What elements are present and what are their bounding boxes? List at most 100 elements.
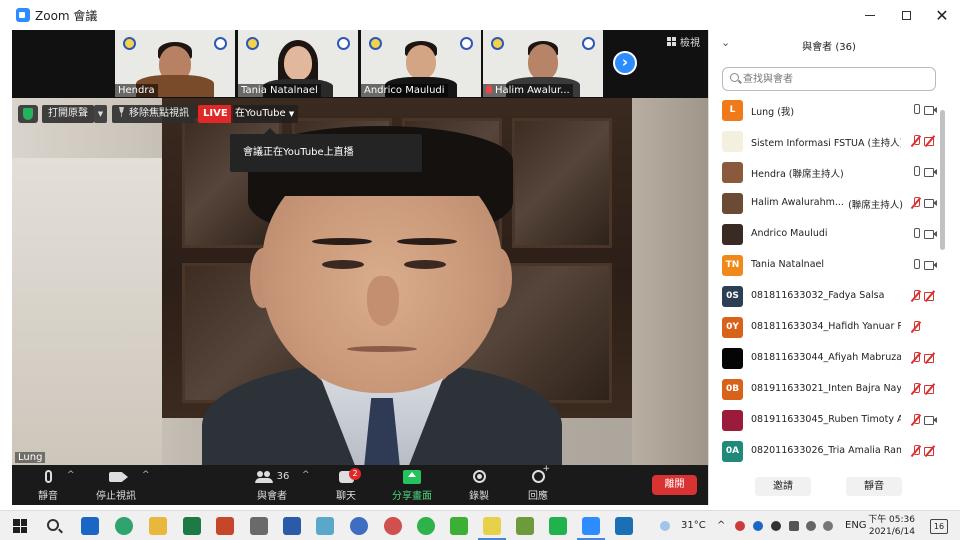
participant-row[interactable]: 0Y 081811633034_Hafidh Yanuar Prasti... [709, 312, 939, 343]
tray-app-icon[interactable] [735, 521, 745, 531]
volume-icon[interactable] [823, 521, 833, 531]
record-button[interactable]: 錄製 [465, 468, 493, 502]
notifications-button[interactable]: 16 [930, 519, 948, 534]
video-off-icon[interactable] [924, 136, 937, 146]
participant-row[interactable]: 0S 081811633032_Fadya Salsa [709, 281, 939, 312]
app-icon[interactable] [350, 517, 368, 535]
windows-start-icon[interactable] [13, 519, 27, 533]
file-explorer-icon[interactable] [149, 517, 167, 535]
mute-all-button[interactable]: 靜音 [846, 477, 902, 496]
participant-row[interactable]: TN Tania Natalnael [709, 250, 939, 281]
thumbnail-video[interactable]: Hendra [115, 30, 235, 97]
next-page-arrow-button[interactable]: › [613, 51, 637, 75]
edge-browser-icon[interactable] [115, 517, 133, 535]
outlook-icon[interactable] [81, 517, 99, 535]
video-camera-icon[interactable] [924, 415, 937, 425]
app-icon[interactable] [478, 517, 506, 540]
line-icon[interactable] [549, 517, 567, 535]
powerpoint-icon[interactable] [216, 517, 234, 535]
mute-button[interactable]: 靜音 [34, 468, 62, 502]
participant-row[interactable]: 0B 081911633021_Inten Bajra Nay... [709, 374, 939, 405]
participant-row[interactable]: Halim Awalurahm... (聯席主持人) [709, 188, 939, 219]
participant-row[interactable]: 0A 082011633026_Tria Amalia Ram... [709, 436, 939, 467]
microphone-icon[interactable] [912, 228, 920, 240]
video-camera-icon[interactable] [924, 167, 937, 177]
participant-row[interactable]: Hendra (聯席主持人) [709, 157, 939, 188]
panel-footer: 邀請 靜音 [709, 471, 949, 505]
thumbnail-video[interactable]: Halim Awalur... [483, 30, 603, 97]
weather-cloud-icon[interactable] [660, 521, 670, 531]
reactions-button[interactable]: 回應 [524, 464, 552, 502]
wifi-icon[interactable] [806, 521, 816, 531]
participant-name: 081911633045_Ruben Timoty A... [751, 414, 901, 425]
leave-button[interactable]: 離開 [652, 475, 697, 495]
wechat-icon[interactable] [450, 517, 468, 535]
muted-microphone-icon[interactable] [912, 135, 920, 147]
app-icon[interactable] [384, 517, 402, 535]
participant-row[interactable]: L Lung (我) [709, 95, 939, 126]
maximize-button[interactable] [888, 0, 924, 30]
invite-button[interactable]: 邀請 [755, 477, 811, 496]
original-sound-dropdown[interactable]: ▼ [94, 105, 107, 123]
muted-microphone-icon[interactable] [912, 383, 920, 395]
participant-name: 081811633034_Hafidh Yanuar Prasti... [751, 321, 901, 332]
video-options-caret[interactable]: ^ [142, 470, 150, 480]
participants-button[interactable]: 36 與會者 [250, 468, 294, 502]
video-off-icon[interactable] [924, 384, 937, 394]
taskbar-search-icon[interactable] [47, 519, 59, 531]
share-screen-button[interactable]: 分享畫面 [390, 468, 434, 502]
app-icon[interactable] [516, 517, 534, 535]
microphone-icon[interactable] [912, 104, 920, 116]
participant-row[interactable]: Andrico Mauludi [709, 219, 939, 250]
chat-button[interactable]: 2 聊天 [332, 468, 361, 502]
video-off-icon[interactable] [924, 446, 937, 456]
view-button[interactable]: 檢視 [667, 34, 700, 49]
muted-microphone-icon[interactable] [912, 197, 920, 209]
muted-microphone-icon[interactable] [912, 290, 920, 302]
live-platform-dropdown[interactable]: 在YouTube ▼ [231, 105, 299, 123]
participant-search-input[interactable] [743, 68, 928, 90]
muted-microphone-icon[interactable] [912, 352, 920, 364]
app-icon[interactable] [316, 517, 334, 535]
thumbnail-video[interactable]: Tania Natalnael [238, 30, 358, 97]
zoom-taskbar-icon[interactable] [577, 517, 605, 540]
audio-options-caret[interactable]: ^ [67, 470, 75, 480]
muted-microphone-icon[interactable] [912, 414, 920, 426]
thumbnail-video[interactable]: Andrico Mauludi [361, 30, 481, 97]
close-button[interactable]: ✕ [924, 0, 960, 30]
participants-options-caret[interactable]: ^ [302, 470, 310, 480]
remove-spotlight-button[interactable]: 移除焦點視訊 [112, 105, 195, 123]
microphone-icon[interactable] [912, 166, 920, 178]
calculator-icon[interactable] [250, 517, 268, 535]
pin-icon [119, 107, 124, 117]
video-camera-icon[interactable] [924, 260, 937, 270]
participant-row[interactable]: 081811633044_Afiyah Mabruzah [709, 343, 939, 374]
video-camera-icon[interactable] [924, 105, 937, 115]
tray-app-icon[interactable] [771, 521, 781, 531]
language-indicator[interactable]: ENG [845, 520, 867, 531]
tray-app-icon[interactable] [753, 521, 763, 531]
security-shield-icon[interactable] [18, 105, 38, 123]
participant-row[interactable]: 081911633045_Ruben Timoty A... [709, 405, 939, 436]
video-camera-icon[interactable] [924, 229, 937, 239]
grammarly-icon[interactable] [417, 517, 435, 535]
tray-overflow-chevron-icon[interactable]: ^ [717, 520, 725, 531]
clock[interactable]: 下午 05:36 2021/6/14 [868, 514, 915, 538]
temperature[interactable]: 31°C [681, 520, 706, 531]
word-icon[interactable] [283, 517, 301, 535]
original-sound-button[interactable]: 打開原聲 [42, 105, 94, 123]
minimize-button[interactable] [852, 0, 888, 30]
muted-microphone-icon[interactable] [912, 321, 920, 333]
app-icon[interactable] [615, 517, 633, 535]
video-camera-icon[interactable] [924, 198, 937, 208]
video-off-icon[interactable] [924, 353, 937, 363]
video-off-icon[interactable] [924, 291, 937, 301]
microphone-icon[interactable] [912, 259, 920, 271]
muted-microphone-icon[interactable] [912, 445, 920, 457]
stop-video-button[interactable]: 停止視訊 [96, 468, 136, 502]
excel-icon[interactable] [183, 517, 201, 535]
battery-icon[interactable] [789, 521, 799, 531]
participant-row[interactable]: Sistem Informasi FSTUA (主持人) [709, 126, 939, 157]
participant-list-scrollbar[interactable] [940, 110, 945, 250]
participant-search-box[interactable] [722, 67, 936, 91]
